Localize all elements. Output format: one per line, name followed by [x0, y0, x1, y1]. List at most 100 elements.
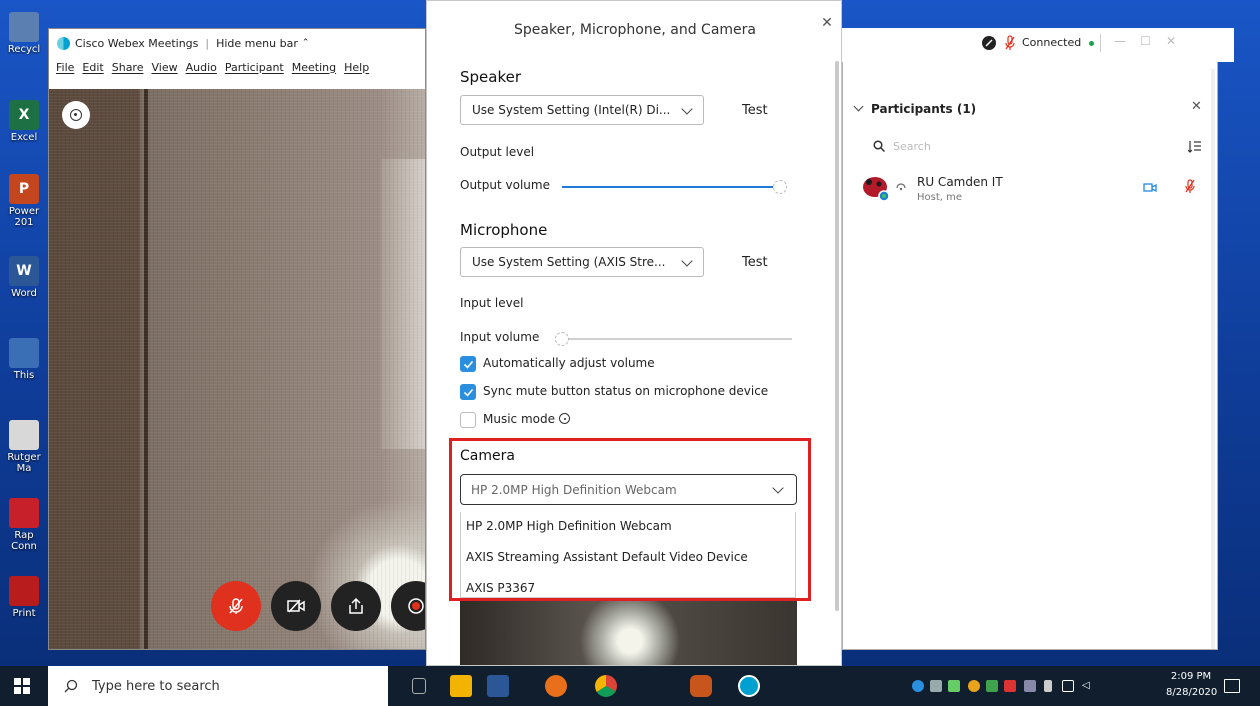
powerpoint-icon: P — [9, 174, 39, 204]
print-icon — [9, 576, 39, 606]
taskbar-search-box[interactable]: Type here to search — [48, 666, 388, 706]
camera-heading: Camera — [460, 448, 515, 464]
status-tray-icon[interactable] — [948, 680, 960, 692]
network-icon[interactable] — [1062, 680, 1074, 692]
microphone-test-button[interactable]: Test — [742, 255, 768, 270]
firefox-icon[interactable] — [545, 675, 567, 697]
input-volume-slider[interactable] — [562, 338, 792, 340]
info-icon[interactable] — [559, 413, 570, 424]
taskbar-date[interactable]: 8/28/2020 — [1166, 687, 1217, 698]
volume-icon[interactable]: ◁ — [1082, 680, 1094, 692]
desktop-icon-rutgers[interactable]: Rutger Ma — [0, 416, 48, 478]
audio-icon — [896, 183, 906, 191]
video-scene-wall — [381, 159, 425, 449]
microphone-heading: Microphone — [460, 221, 548, 239]
dialog-title: Speaker, Microphone, and Camera — [514, 22, 756, 38]
camera-select[interactable]: HP 2.0MP High Definition Webcam — [460, 474, 797, 505]
camera-option-axis-streaming[interactable]: AXIS Streaming Assistant Default Video D… — [466, 550, 748, 564]
desktop-icon-powerpoint[interactable]: P Power 201 — [0, 170, 48, 232]
file-explorer-icon[interactable] — [450, 675, 472, 697]
desktop-icon-excel[interactable]: X Excel — [0, 96, 48, 158]
checkmark-icon — [463, 360, 473, 369]
participant-role: Host, me — [917, 192, 963, 203]
auto-adjust-checkbox[interactable] — [460, 356, 476, 372]
desktop-icon-this-pc[interactable]: This — [0, 334, 48, 396]
dialog-scrollbar[interactable] — [835, 61, 839, 611]
desktop-icon-label: Rap Conn — [11, 530, 37, 552]
output-volume-handle[interactable] — [773, 180, 787, 194]
menu-help[interactable]: Help — [344, 61, 369, 74]
menu-share[interactable]: Share — [112, 61, 144, 74]
participant-search-input[interactable] — [893, 137, 1153, 155]
notifications-icon[interactable] — [1224, 679, 1240, 693]
menu-audio[interactable]: Audio — [186, 61, 217, 74]
camera-option-axis-p3367[interactable]: AXIS P3367 — [466, 581, 535, 595]
chrome-icon[interactable] — [595, 675, 617, 697]
sync-tray-icon[interactable] — [1024, 680, 1036, 692]
rapid-connect-icon — [9, 498, 39, 528]
maximize-button[interactable]: ☐ — [1140, 34, 1151, 48]
close-dialog-button[interactable]: ✕ — [819, 15, 835, 31]
chevron-up-icon[interactable]: ⌃ — [302, 38, 310, 48]
menu-edit[interactable]: Edit — [82, 61, 103, 74]
word-icon[interactable] — [487, 675, 509, 697]
security-tray-icon[interactable] — [986, 680, 998, 692]
desktop-icon-label: Recycl — [7, 44, 41, 55]
sort-icon[interactable] — [1188, 140, 1202, 153]
windows-start-icon[interactable] — [14, 678, 30, 694]
desktop-icon-label: Rutger Ma — [7, 452, 41, 474]
mute-button[interactable] — [211, 581, 261, 631]
desktop-icon-word[interactable]: W Word — [0, 252, 48, 314]
task-view-icon[interactable] — [412, 678, 426, 694]
input-volume-label: Input volume — [460, 330, 540, 344]
share-button[interactable] — [331, 581, 381, 631]
speaker-selected-value: Use System Setting (Intel(R) Di... — [472, 103, 671, 117]
share-icon — [349, 597, 363, 614]
desktop-icon-recycle-bin[interactable]: Recycl — [0, 8, 48, 70]
desktop-icon-label: Word — [11, 288, 37, 299]
close-participants-button[interactable]: ✕ — [1191, 99, 1202, 114]
chevron-down-icon[interactable] — [853, 101, 864, 112]
music-mode-checkbox[interactable] — [460, 412, 476, 428]
input-volume-handle[interactable] — [555, 332, 569, 346]
sync-mute-label: Sync mute button status on microphone de… — [483, 384, 769, 398]
video-camera-icon — [1143, 183, 1157, 193]
camera-option-hp-webcam[interactable]: HP 2.0MP High Definition Webcam — [466, 519, 672, 533]
stop-video-button[interactable] — [271, 581, 321, 631]
input-level-label: Input level — [460, 296, 524, 310]
usb-tray-icon[interactable] — [1044, 680, 1052, 692]
desktop-icon-print[interactable]: Print — [0, 572, 48, 634]
close-icon[interactable]: ✕ — [1192, 32, 1204, 48]
menu-meeting[interactable]: Meeting — [292, 61, 336, 74]
avatar — [863, 177, 890, 202]
antivirus-tray-icon[interactable] — [1004, 680, 1016, 692]
network-tray-icon[interactable] — [930, 680, 942, 692]
taskbar-time[interactable]: 2:09 PM — [1166, 671, 1216, 682]
chevron-down-icon — [681, 255, 693, 267]
menu-view[interactable]: View — [151, 61, 177, 74]
speaker-test-button[interactable]: Test — [742, 103, 768, 118]
menu-file[interactable]: File — [56, 61, 74, 74]
video-info-button[interactable] — [62, 101, 90, 129]
desktop-icon-rapid-connect[interactable]: Rap Conn — [0, 494, 48, 556]
desktop-icon-label: Excel — [10, 132, 38, 143]
speaker-select[interactable]: Use System Setting (Intel(R) Di... — [460, 95, 704, 125]
webex-meeting-window: Cisco Webex Meetings | Hide menu bar ⌃ F… — [48, 28, 426, 650]
microphone-select[interactable]: Use System Setting (AXIS Stre... — [460, 247, 704, 277]
minimize-button[interactable]: — — [1114, 34, 1126, 48]
sync-mute-checkbox[interactable] — [460, 384, 476, 400]
menu-bar: File Edit Share View Audio Participant M… — [49, 57, 425, 77]
output-volume-slider[interactable] — [562, 186, 780, 188]
close-window-button[interactable]: ✕ — [1166, 34, 1176, 48]
checkmark-icon — [463, 388, 473, 397]
chevron-down-icon — [681, 103, 693, 115]
app-shield-icon[interactable] — [690, 675, 712, 697]
menu-participant[interactable]: Participant — [225, 61, 284, 74]
taskbar: Type here to search ◁ — [0, 666, 1260, 706]
webex-logo-icon — [57, 36, 70, 50]
update-tray-icon[interactable] — [968, 680, 980, 692]
participants-scrollbar[interactable] — [1211, 69, 1215, 649]
webex-icon[interactable] — [738, 675, 760, 697]
hide-menu-bar-button[interactable]: Hide menu bar — [216, 37, 298, 50]
webex-tray-icon[interactable] — [912, 680, 924, 692]
